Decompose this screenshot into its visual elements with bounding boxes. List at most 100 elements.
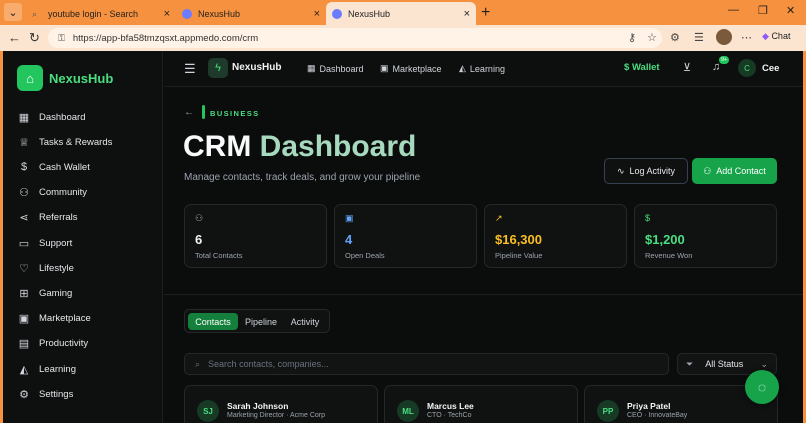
sidebar-item-settings[interactable]: ⚙ Settings (17, 386, 73, 402)
cart-icon[interactable]: ⊻ (683, 61, 691, 74)
tab-actions-icon[interactable]: ⌄ (4, 3, 22, 21)
bell-icon[interactable]: ♫ (712, 61, 720, 73)
tab-strip: ⌄ ⌕ youtube login - Search × NexusHub × … (0, 0, 806, 25)
sidebar-item-label: Settings (39, 388, 74, 400)
user-avatar[interactable]: C (738, 59, 756, 77)
gear-icon: ⚙ (19, 388, 29, 401)
sidebar-brand[interactable]: NexusHub (49, 71, 113, 86)
sidebar-item-gaming[interactable]: ⊞ Gaming (17, 285, 72, 301)
sidebar-item-label: Dashboard (39, 111, 86, 123)
tab-contacts[interactable]: Contacts (188, 313, 238, 330)
bolt-icon: ϟ (208, 58, 228, 78)
chat-fab-button[interactable]: ◌ (745, 370, 779, 404)
chat-button[interactable]: ◆ Chat (762, 31, 790, 42)
graduation-icon: ◭ (19, 363, 29, 376)
star-icon[interactable]: ☆ (647, 31, 657, 44)
notification-badge: 9+ (719, 56, 730, 64)
dollar-icon: $ (20, 161, 28, 174)
stat-card-revenue: $ $1,200 Revenue Won (634, 204, 777, 268)
log-activity-button[interactable]: ∿ Log Activity (604, 158, 688, 184)
share-icon: ⋖ (19, 212, 29, 225)
minimize-icon[interactable]: — (728, 4, 739, 16)
sidebar-item-lifestyle[interactable]: ♡ Lifestyle (17, 260, 74, 276)
close-tab-icon[interactable]: × (314, 8, 320, 20)
browser-tab-nexushub[interactable]: NexusHub × (176, 2, 326, 25)
sidebar-item-productivity[interactable]: ▤ Productivity (17, 336, 88, 352)
contact-role: CTO · TechCo (427, 412, 472, 419)
browser-window: ⌄ ⌕ youtube login - Search × NexusHub × … (0, 0, 806, 423)
contact-card[interactable]: ML Marcus Lee CTO · TechCo (384, 385, 578, 423)
main-content: ← BUSINESS CRM Dashboard Manage contacts… (164, 88, 803, 423)
search-icon: ⌕ (32, 8, 38, 19)
topbar-brand[interactable]: NexusHub (232, 62, 281, 73)
breadcrumb: BUSINESS (210, 109, 260, 118)
bag-icon: ▣ (18, 313, 30, 326)
sidebar-item-community[interactable]: ⚇ Community (17, 185, 87, 201)
back-icon[interactable]: ← (8, 30, 21, 45)
sidebar-item-support[interactable]: ▭ Support (17, 235, 72, 251)
crm-tabs: Contacts Pipeline Activity (184, 309, 330, 333)
key-icon[interactable]: ⚷ (628, 31, 636, 44)
profile-avatar[interactable] (716, 29, 732, 45)
sidebar-item-referrals[interactable]: ⋖ Referrals (17, 210, 78, 226)
stat-card-pipeline: ↗ $16,300 Pipeline Value (484, 204, 627, 268)
sidebar-item-learning[interactable]: ◭ Learning (17, 361, 76, 377)
add-contact-button[interactable]: ⚇ Add Contact (692, 158, 777, 184)
more-icon[interactable]: ⋯ (741, 31, 752, 44)
sidebar-item-tasks-rewards[interactable]: ♕ Tasks & Rewards (17, 134, 112, 150)
topnav-learning[interactable]: ◭ Learning (459, 63, 505, 74)
refresh-icon[interactable]: ↻ (29, 30, 40, 46)
extensions-icon[interactable]: ⚙ (670, 31, 680, 44)
browser-tab-search[interactable]: ⌕ youtube login - Search × (26, 2, 176, 25)
topnav-marketplace[interactable]: ▣ Marketplace (380, 63, 442, 74)
contact-name: Priya Patel (627, 401, 671, 411)
filter-icon: ⏷ (686, 358, 694, 369)
sidebar-item-label: Learning (39, 363, 76, 375)
users-icon: ⚇ (19, 187, 29, 200)
wallet-button[interactable]: $ Wallet (624, 62, 660, 73)
sidebar-item-label: Gaming (39, 287, 73, 299)
sidebar-item-dashboard[interactable]: ▦ Dashboard (17, 109, 86, 125)
user-name[interactable]: Cee (762, 63, 779, 74)
dollar-icon: $ (645, 213, 651, 223)
page-title: CRM Dashboard (183, 130, 417, 163)
sidebar-item-marketplace[interactable]: ▣ Marketplace (17, 311, 91, 327)
sidebar-item-cash-wallet[interactable]: $ Cash Wallet (17, 159, 90, 175)
bag-icon: ▣ (380, 63, 389, 73)
favorites-icon[interactable]: ☰ (694, 31, 704, 44)
close-window-icon[interactable]: ✕ (786, 4, 795, 17)
contact-role: CEO · InnovateBay (627, 412, 688, 419)
menu-icon[interactable]: ☰ (184, 61, 196, 77)
close-tab-icon[interactable]: × (464, 8, 470, 20)
topnav-dashboard[interactable]: ▦ Dashboard (307, 63, 364, 74)
heart-icon: ♡ (19, 262, 29, 275)
contact-card[interactable]: SJ Sarah Johnson Marketing Director · Ac… (184, 385, 378, 423)
graduation-icon: ◭ (459, 63, 466, 73)
sidebar-item-label: Referrals (39, 212, 78, 224)
restore-icon[interactable]: ❐ (758, 4, 768, 17)
copilot-icon: ◆ (762, 31, 769, 41)
sidebar-item-label: Support (39, 237, 73, 249)
browser-tab-nexushub-active[interactable]: NexusHub × (326, 2, 476, 25)
gamepad-icon: ⊞ (19, 287, 29, 300)
new-tab-icon[interactable]: + (481, 4, 490, 22)
contact-name: Sarah Johnson (227, 401, 289, 411)
search-input[interactable]: ⌕ Search contacts, companies... (184, 353, 669, 375)
users-icon: ⚇ (195, 213, 204, 223)
nexushub-favicon-icon (332, 8, 342, 19)
back-arrow-icon[interactable]: ← (184, 107, 194, 118)
tab-activity[interactable]: Activity (284, 313, 326, 330)
app-viewport: ⌂ NexusHub ▦ Dashboard ♕ Tasks & Rewards $ Ca… (3, 51, 803, 423)
url-field[interactable]: ⚿ https://app-bfa58tmzqsxt.appmedo.com/c… (48, 28, 662, 48)
message-icon: ▭ (18, 237, 30, 250)
avatar: ML (397, 400, 419, 422)
close-tab-icon[interactable]: × (164, 8, 170, 20)
sidebar-item-label: Cash Wallet (39, 161, 90, 173)
stat-card-contacts: ⚇ 6 Total Contacts (184, 204, 327, 268)
site-info-icon[interactable]: ⚿ (58, 33, 65, 44)
avatar: SJ (197, 400, 219, 422)
avatar: PP (597, 400, 619, 422)
tab-pipeline[interactable]: Pipeline (240, 313, 282, 330)
home-icon[interactable]: ⌂ (17, 65, 43, 91)
briefcase-icon: ▣ (345, 213, 354, 223)
